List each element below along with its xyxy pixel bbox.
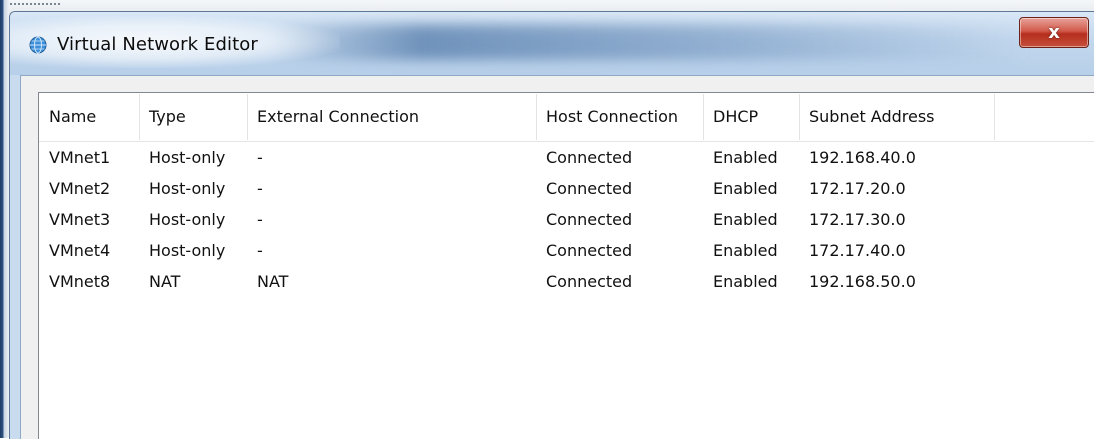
cell-subnet-address: 172.17.30.0 — [809, 210, 906, 229]
cell-host-connection: Connected — [546, 179, 633, 198]
cell-name: VMnet2 — [49, 179, 111, 198]
cell-name: VMnet1 — [49, 148, 111, 167]
cell-subnet-address: 172.17.20.0 — [809, 179, 906, 198]
cell-subnet-address: 172.17.40.0 — [809, 241, 906, 260]
cell-dhcp: Enabled — [713, 272, 778, 291]
column-header-type[interactable]: Type — [139, 93, 247, 141]
cell-dhcp: Enabled — [713, 179, 778, 198]
cell-name: VMnet8 — [49, 272, 111, 291]
cell-type: Host-only — [149, 179, 226, 198]
column-header-dhcp[interactable]: DHCP — [703, 93, 799, 141]
cell-type: Host-only — [149, 148, 226, 167]
cell-dhcp: Enabled — [713, 241, 778, 260]
table-row[interactable]: VMnet2 Host-only - Connected Enabled 172… — [39, 173, 1094, 204]
cell-name: VMnet4 — [49, 241, 111, 260]
virtual-network-editor-window: Virtual Network Editor x Name Type Exter… — [9, 11, 1094, 439]
close-button[interactable]: x — [1019, 17, 1089, 48]
cell-name: VMnet3 — [49, 210, 111, 229]
cell-dhcp: Enabled — [713, 148, 778, 167]
dialog-client-area: Name Type External Connection Host Conne… — [20, 75, 1094, 439]
title-bar[interactable]: Virtual Network Editor x — [10, 12, 1094, 75]
column-header-external-connection[interactable]: External Connection — [247, 93, 536, 141]
cell-external-connection: - — [257, 241, 263, 260]
cell-external-connection: - — [257, 148, 263, 167]
column-header-name[interactable]: Name — [39, 93, 139, 141]
column-divider[interactable] — [994, 94, 995, 140]
close-icon: x — [1048, 22, 1060, 43]
cell-host-connection: Connected — [546, 272, 633, 291]
cell-type: Host-only — [149, 241, 226, 260]
table-row[interactable]: VMnet8 NAT NAT Connected Enabled 192.168… — [39, 266, 1094, 297]
table-row[interactable]: VMnet1 Host-only - Connected Enabled 192… — [39, 142, 1094, 173]
cell-subnet-address: 192.168.40.0 — [809, 148, 916, 167]
desktop-decoration — [5, 3, 60, 8]
cell-host-connection: Connected — [546, 241, 633, 260]
table-row[interactable]: VMnet3 Host-only - Connected Enabled 172… — [39, 204, 1094, 235]
list-header: Name Type External Connection Host Conne… — [39, 93, 1094, 142]
cell-type: Host-only — [149, 210, 226, 229]
table-row[interactable]: VMnet4 Host-only - Connected Enabled 172… — [39, 235, 1094, 266]
cell-external-connection: - — [257, 210, 263, 229]
network-list[interactable]: Name Type External Connection Host Conne… — [38, 92, 1094, 439]
cell-subnet-address: 192.168.50.0 — [809, 272, 916, 291]
cell-external-connection: NAT — [257, 272, 289, 291]
column-header-subnet-address[interactable]: Subnet Address — [799, 93, 994, 141]
column-header-host-connection[interactable]: Host Connection — [536, 93, 703, 141]
cell-dhcp: Enabled — [713, 210, 778, 229]
window-title: Virtual Network Editor — [57, 34, 258, 55]
cell-external-connection: - — [257, 179, 263, 198]
globe-icon — [29, 36, 47, 54]
cell-host-connection: Connected — [546, 210, 633, 229]
cell-host-connection: Connected — [546, 148, 633, 167]
desktop-edge — [0, 0, 9, 438]
cell-type: NAT — [149, 272, 181, 291]
